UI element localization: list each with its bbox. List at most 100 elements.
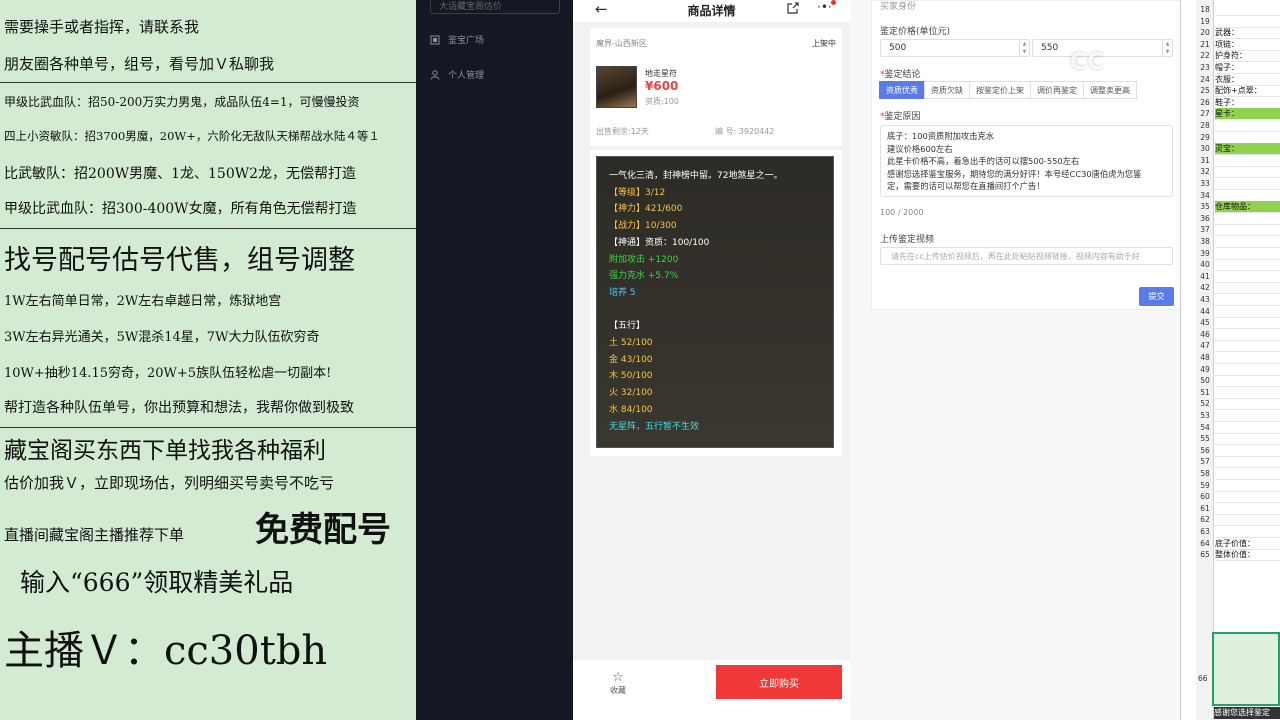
grid-line: [1215, 258, 1280, 260]
conclusion-label: *鉴定结论: [880, 70, 921, 80]
row-number[interactable]: 29: [1196, 132, 1214, 143]
sheet-cell[interactable]: 项链：: [1215, 39, 1280, 50]
row-number[interactable]: 31: [1196, 155, 1214, 166]
row-number[interactable]: 47: [1196, 340, 1214, 351]
row-number[interactable]: 38: [1196, 236, 1214, 247]
grid-line: [1215, 247, 1280, 248]
row-number[interactable]: 26: [1196, 97, 1214, 108]
share-icon[interactable]: [787, 2, 799, 14]
row-number[interactable]: 24: [1196, 74, 1214, 85]
row-number[interactable]: 65: [1196, 549, 1214, 560]
overlay-line: 需要操手或者指挥，请联系我: [4, 18, 200, 36]
product-points: 资质:100: [645, 97, 679, 106]
row-number[interactable]: 53: [1196, 410, 1214, 421]
sheet-cell[interactable]: 护身符：: [1215, 50, 1280, 61]
row-number[interactable]: 63: [1196, 526, 1214, 537]
row-number[interactable]: 30: [1196, 143, 1214, 154]
row-number[interactable]: 34: [1196, 190, 1214, 201]
sheet-cell[interactable]: 灵宝：: [1215, 143, 1280, 154]
product-thumbnail[interactable]: [596, 66, 637, 108]
streamer-overlay: 需要操手或者指挥，请联系我 朋友圈各种单号，组号，看号加Ｖ私聊我 甲级比武血队：…: [0, 0, 416, 720]
row-number[interactable]: 44: [1196, 306, 1214, 317]
stepper-arrows-icon[interactable]: ▲ ▼: [1019, 40, 1029, 56]
row-number[interactable]: 56: [1196, 445, 1214, 456]
reason-textarea[interactable]: 底子：100资质附加攻击克水 建议价格600左右 此星卡价格不高，着急出手的话可以摆…: [880, 125, 1173, 197]
overlay-highlight: 免费配号: [255, 510, 391, 550]
grid-line: [1215, 119, 1280, 121]
stat-line: 附加攻击 +1200: [609, 254, 679, 265]
row-number[interactable]: 20: [1196, 27, 1214, 38]
sidebar-item-gallery[interactable]: 鉴宝广场: [430, 33, 484, 46]
row-number[interactable]: 36: [1196, 213, 1214, 224]
sheet-cell[interactable]: 鞋子：: [1215, 97, 1280, 108]
row-number[interactable]: 60: [1196, 491, 1214, 502]
selected-cell[interactable]: 66: [1198, 632, 1280, 706]
product-card: 魔界-山西新区 上架中 地走星符 ¥600 资质:100 出售剩余:12天 编 …: [590, 28, 842, 146]
reason-line: 建议价格600左右: [887, 143, 953, 154]
overlay-divider: [0, 82, 416, 83]
row-number[interactable]: 57: [1196, 456, 1214, 467]
row-number[interactable]: 48: [1196, 352, 1214, 363]
row-number[interactable]: 42: [1196, 282, 1214, 293]
row-number[interactable]: 22: [1196, 50, 1214, 61]
sheet-cell[interactable]: 帽子：: [1215, 62, 1280, 73]
row-number[interactable]: 64: [1196, 538, 1214, 549]
stat-line: 【神通】资质：100/100: [609, 237, 710, 248]
conclusion-option[interactable]: 按鉴定价上架: [969, 81, 1031, 99]
row-number[interactable]: 27: [1196, 108, 1214, 119]
row-number[interactable]: 23: [1196, 62, 1214, 73]
row-number[interactable]: 21: [1196, 39, 1214, 50]
row-number[interactable]: 19: [1196, 16, 1214, 27]
row-number[interactable]: 49: [1196, 364, 1214, 375]
row-number[interactable]: 33: [1196, 178, 1214, 189]
product-detail-panel: ← 商品详情 ·•· 魔界-山西新区 上架中 地走星符 ¥600 资质:100 …: [573, 0, 850, 720]
sheet-cell[interactable]: 底子价值：: [1215, 538, 1280, 549]
row-number[interactable]: 18: [1196, 4, 1214, 15]
sidebar-item-label: 个人管理: [448, 71, 485, 81]
row-number[interactable]: 35: [1196, 201, 1214, 212]
row-number[interactable]: 61: [1196, 503, 1214, 514]
row-number[interactable]: 37: [1196, 224, 1214, 235]
sheet-cell[interactable]: 星卡：: [1215, 108, 1280, 119]
more-icon[interactable]: ·•·: [817, 0, 832, 14]
row-number[interactable]: 52: [1196, 398, 1214, 409]
row-number[interactable]: 51: [1196, 387, 1214, 398]
row-number[interactable]: 62: [1196, 514, 1214, 525]
row-number[interactable]: 45: [1196, 317, 1214, 328]
row-number[interactable]: 40: [1196, 259, 1214, 270]
favorite-button[interactable]: ☆ 收藏: [610, 670, 626, 696]
row-number[interactable]: 58: [1196, 468, 1214, 479]
sheet-cell[interactable]: 整体价值：: [1215, 549, 1280, 560]
row-number[interactable]: 43: [1196, 294, 1214, 305]
spreadsheet: 18 19 20 武器： 21 项链： 22 护身符： 23 帽子： 24 衣服： 25 配饰+点翠： 26…: [1180, 0, 1280, 720]
row-number[interactable]: 54: [1196, 422, 1214, 433]
grid-line: [1215, 212, 1280, 214]
row-number[interactable]: 25: [1196, 85, 1214, 96]
sheet-cell[interactable]: 仓库物品：: [1215, 201, 1280, 212]
conclusion-option[interactable]: 资质欠缺: [924, 81, 970, 99]
row-number[interactable]: 41: [1196, 271, 1214, 282]
video-link-input[interactable]: 请先在cc上传估价视频后，再在此处粘贴视频链接，视频内容有助于好: [880, 247, 1173, 265]
grid-line: [1215, 305, 1280, 306]
buy-now-button[interactable]: 立即购买: [716, 665, 842, 699]
sidebar-search-input[interactable]: 大话藏宝阁估价: [430, 0, 560, 14]
row-number[interactable]: 59: [1196, 480, 1214, 491]
sheet-cell[interactable]: 武器：: [1215, 27, 1280, 38]
submit-button[interactable]: 提交: [1139, 287, 1174, 306]
overlay-line: 3W左右异光通关，5W混杀14星，7W大力队伍砍穷奇: [4, 330, 320, 345]
row-number[interactable]: 39: [1196, 248, 1214, 259]
sheet-cell[interactable]: 配饰+点翠：: [1215, 85, 1280, 96]
stat-line: 无星阵，五行暂不生效: [609, 421, 700, 432]
grid-line: [1215, 560, 1280, 562]
sheet-cell[interactable]: 衣服：: [1215, 74, 1280, 85]
row-number[interactable]: 55: [1196, 433, 1214, 444]
row-number[interactable]: 46: [1196, 329, 1214, 340]
sidebar-item-personal[interactable]: 个人管理: [430, 68, 484, 81]
overlay-line: 藏宝阁买东西下单找我各种福利: [4, 438, 326, 464]
row-number[interactable]: 32: [1196, 166, 1214, 177]
price-min-input[interactable]: 500 ▲ ▼: [880, 39, 1030, 57]
overlay-line: 10W+抽秒14.15穷奇，20W+5族队伍轻松虐一切副本!: [4, 366, 332, 381]
conclusion-option[interactable]: 资质优秀: [879, 81, 925, 99]
row-number[interactable]: 50: [1196, 375, 1214, 386]
row-number[interactable]: 28: [1196, 120, 1214, 131]
